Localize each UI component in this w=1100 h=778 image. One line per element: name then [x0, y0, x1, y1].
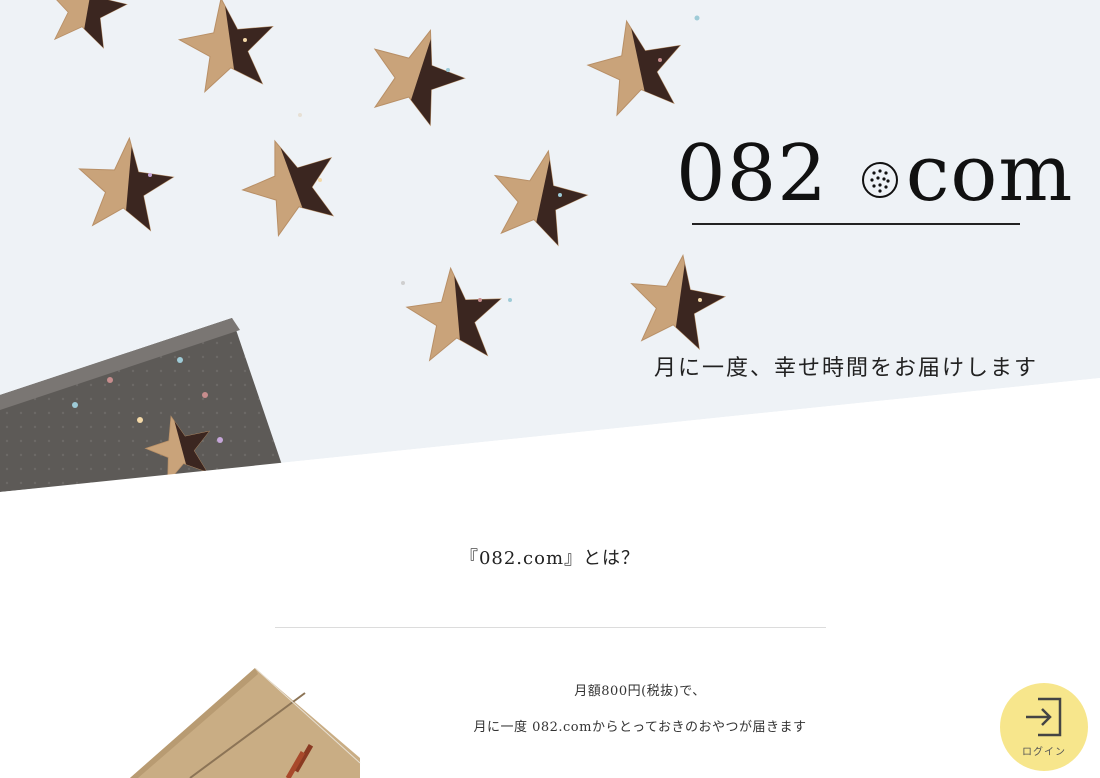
section-divider [275, 627, 826, 628]
login-label: ログイン [1022, 747, 1066, 758]
site-logo[interactable]: 082 com [676, 128, 1072, 238]
about-heading: 『082.com』とは？ [459, 548, 641, 569]
cookie-icon [861, 161, 898, 198]
logo-prefix: 082 [676, 129, 828, 219]
login-arrow-icon [1026, 697, 1062, 737]
logo-underline [692, 223, 1020, 225]
about-description-line-2: 月に一度 082.comからとっておきのおやつが届きます [473, 720, 807, 735]
hero-section: 082 com 月に一度、幸せ時間をお届けします [0, 0, 1100, 500]
gift-package-image [130, 668, 361, 778]
hero-image [0, 0, 1100, 500]
logo-suffix: com [905, 129, 1074, 219]
about-description-line-1: 月額800円(税抜)で、 [574, 684, 706, 699]
logo-text: 082 com [676, 128, 1073, 220]
hero-tagline: 月に一度、幸せ時間をお届けします [654, 356, 1039, 381]
login-button[interactable]: ログイン [1000, 683, 1088, 771]
